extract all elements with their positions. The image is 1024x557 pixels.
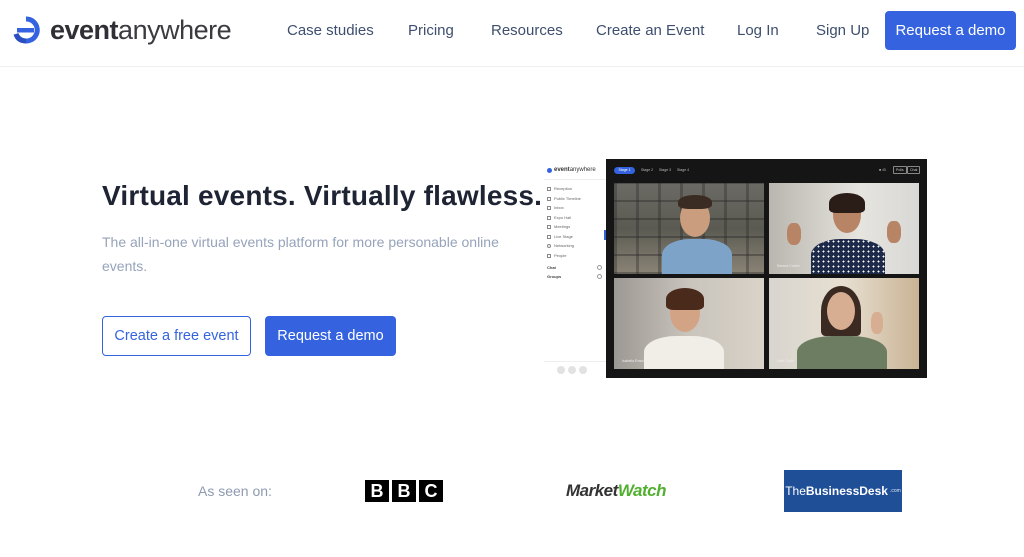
attendee-count-value: 45 (882, 168, 886, 172)
mockup-nav-label: Live Stage (554, 234, 573, 239)
bbc-letter: B (392, 480, 416, 502)
as-seen-on-label: As seen on: (198, 483, 272, 499)
bell-icon (579, 366, 587, 374)
globe-icon (547, 243, 551, 248)
marketwatch-logo: MarketWatch (566, 481, 667, 501)
tile-name: Isabella Rossi (622, 359, 644, 363)
mockup-tab-stage-3: Stage 3 (659, 168, 672, 172)
mockup-nav-item: Networking (547, 243, 574, 248)
mockup-section-groups: Groups (547, 274, 562, 279)
plus-icon (597, 265, 602, 270)
mockup-logo-bold: event (554, 167, 570, 173)
video-tile: Serena Cohen (769, 183, 919, 274)
video-tile (614, 183, 764, 274)
tile-name: Kate Doyle (777, 359, 795, 363)
nav-log-in[interactable]: Log In (737, 22, 779, 39)
expo-icon (547, 215, 551, 220)
create-free-event-button[interactable]: Create a free event (102, 316, 251, 356)
logo-wordmark: eventanywhere (50, 14, 232, 45)
mockup-nav-label: Meetings (554, 224, 571, 229)
mockup-nav-item: Inbox (547, 205, 564, 210)
logo-bold: event (50, 14, 119, 45)
mockup-attendee-count: ■ 45 (879, 167, 886, 174)
person-hair (829, 193, 865, 213)
mockup-nav-item: Expo Hall (547, 215, 571, 220)
person-body (644, 336, 724, 369)
mockup-tab-stage-1: Stage 1 (614, 167, 635, 174)
mockup-nav-label: Public Timeline (554, 196, 581, 201)
inbox-icon (547, 205, 551, 210)
timeline-icon (547, 196, 551, 201)
logo-light: anywhere (118, 14, 232, 45)
mockup-nav-item: Meetings (547, 224, 570, 229)
star-icon (547, 234, 551, 239)
hero-request-demo-button[interactable]: Request a demo (265, 316, 396, 356)
e-logo-icon (13, 16, 40, 44)
calendar-icon (547, 224, 551, 229)
bbc-letter: C (419, 480, 443, 502)
person-hair (666, 288, 704, 310)
mockup-nav-label: Expo Hall (554, 215, 572, 220)
person-body (797, 336, 887, 369)
site-header: eventanywhere Case studies Pricing Resou… (0, 0, 1024, 67)
mockup-nav-item: People (547, 253, 566, 258)
mockup-nav-item: Public Timeline (547, 196, 581, 201)
person-face (827, 292, 855, 330)
mockup-nav-item: Live Stage (547, 234, 573, 239)
page: eventanywhere Case studies Pricing Resou… (0, 0, 1024, 557)
video-tile: Kate Doyle (769, 278, 919, 369)
mockup-nav-label: Networking (554, 243, 575, 248)
home-icon (547, 186, 551, 191)
header-request-demo-button[interactable]: Request a demo (885, 11, 1016, 50)
hero-title: Virtual events. Virtually flawless. (102, 180, 543, 211)
mockup-nav-label: People (554, 253, 567, 258)
people-icon (547, 253, 551, 258)
tile-name: Serena Cohen (777, 264, 800, 268)
search-icon (568, 366, 576, 374)
person-hand (871, 312, 883, 334)
polka-dots (811, 239, 885, 274)
mockup-logo: event anywhere (547, 167, 596, 173)
divider (544, 361, 606, 362)
mockup-tab-stage-2: Stage 2 (641, 168, 654, 172)
mockup-logo-light: anywhere (569, 167, 596, 173)
marketwatch-part1: Market (566, 481, 618, 500)
mockup-logo-icon (547, 167, 552, 173)
marketwatch-part2: Watch (617, 481, 667, 500)
person-body (662, 239, 732, 274)
businessdesk-part2: BusinessDesk (805, 484, 888, 498)
hero-subtitle: The all-in-one virtual events platform f… (102, 234, 499, 274)
nav-pricing[interactable]: Pricing (408, 22, 454, 39)
person-hair (678, 195, 712, 209)
mockup-section-chat: Chat (547, 265, 556, 270)
mockup-tab-stage-4: Stage 4 (677, 168, 690, 172)
mockup-nav-label: Reception (554, 186, 573, 191)
businessdesk-part1: The (785, 484, 806, 498)
divider (544, 179, 606, 180)
mockup-nav-item: Reception (547, 186, 572, 191)
mockup-sidebar: event anywhere Reception Public Timeline … (544, 159, 606, 378)
businessdesk-suffix: .com (889, 488, 901, 494)
bbc-logo: B B C (365, 480, 443, 502)
mockup-chat-button: Chat (907, 166, 921, 174)
person-hand (887, 221, 901, 243)
bbc-letter: B (365, 480, 389, 502)
mockup-polls-button: Polls (893, 166, 907, 174)
logo[interactable]: eventanywhere (12, 14, 232, 45)
plus-icon (597, 274, 602, 279)
mockup-nav-label: Inbox (554, 205, 564, 210)
mockup-stage: Stage 1 Stage 2 Stage 3 Stage 4 ■ 45 Pol… (606, 159, 927, 378)
app-screenshot: event anywhere Reception Public Timeline … (544, 159, 927, 378)
nav-sign-up[interactable]: Sign Up (816, 22, 869, 39)
video-tile: Isabella Rossi (614, 278, 764, 369)
nav-case-studies[interactable]: Case studies (287, 22, 374, 39)
user-icon (557, 366, 565, 374)
businessdesk-logo: The BusinessDesk .com (784, 470, 902, 512)
nav-create-event[interactable]: Create an Event (596, 22, 704, 39)
person-hand (787, 223, 801, 245)
nav-resources[interactable]: Resources (491, 22, 563, 39)
